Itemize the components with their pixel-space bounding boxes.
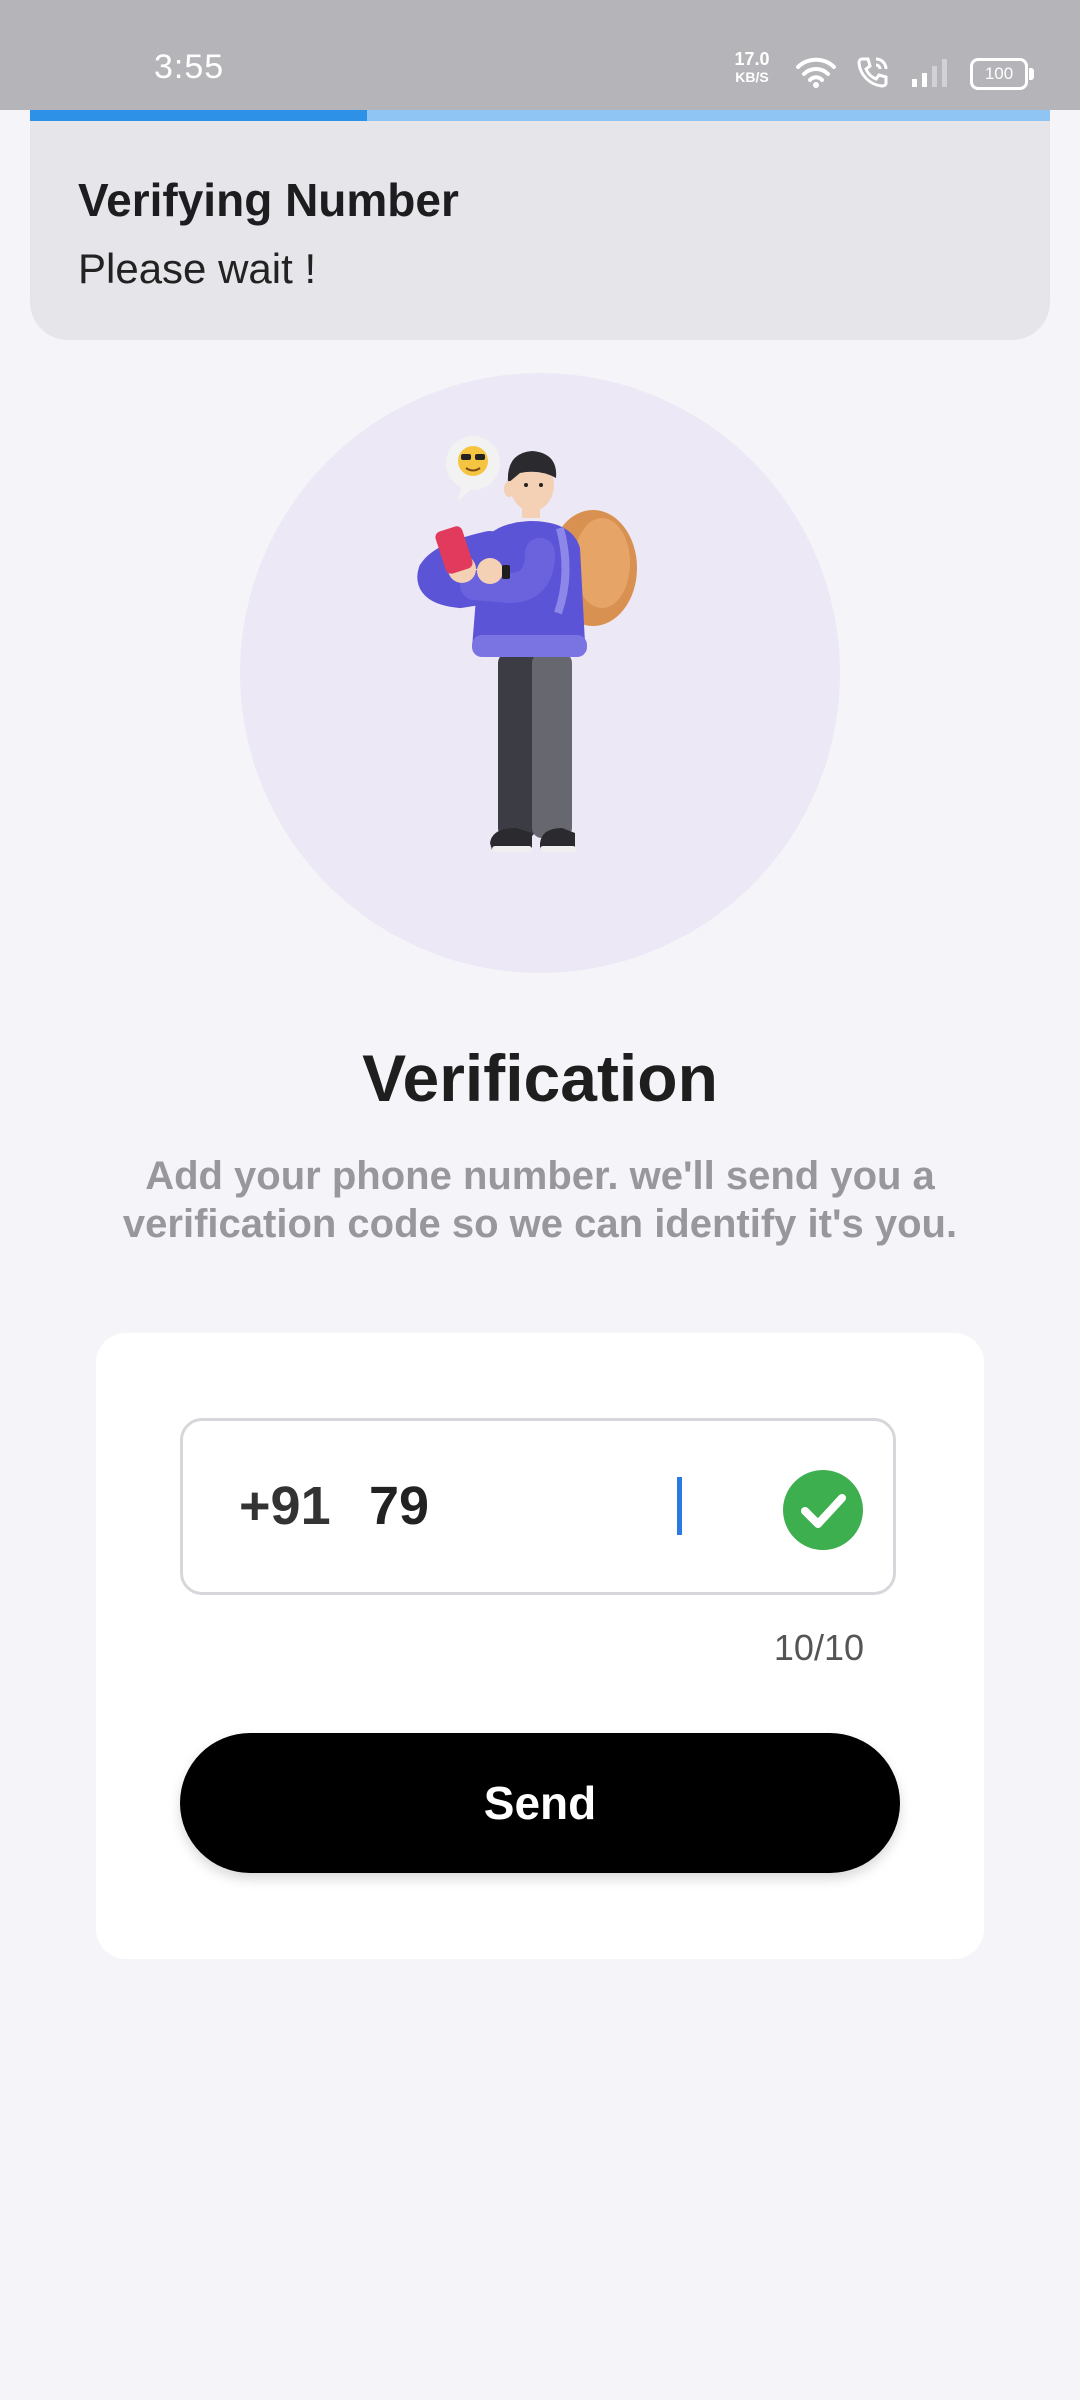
phone-number-field[interactable]: +91 79 [180,1418,896,1595]
verifying-toast: Verifying Number Please wait ! [30,121,1050,340]
status-time: 3:55 [154,48,225,86]
country-code[interactable]: +91 [239,1475,331,1537]
page-subtitle: Add your phone number. we'll send you a … [122,1154,958,1246]
hero-illustration [240,373,840,973]
network-speed-unit: KB/S [735,69,769,85]
wifi-icon [796,56,836,93]
network-speed: 17.0 KB/S [728,50,776,86]
verification-progress-bar [30,110,1050,121]
character-counter: 10/10 [773,1627,864,1668]
send-button[interactable]: Send [180,1733,900,1873]
toast-title: Verifying Number [78,174,459,226]
status-bar: 3:55 17.0 KB/S 100 [0,0,1080,110]
battery-icon: 100 [970,58,1034,90]
text-cursor [677,1477,682,1535]
phone-number-input[interactable]: 79 [369,1475,449,1537]
network-speed-value: 17.0 [734,49,770,69]
toast-message: Please wait ! [78,245,317,292]
check-circle-icon [783,1470,863,1550]
signal-icon [910,57,950,92]
progress-fill [30,110,367,121]
phone-form-card: +91 79 10/10 Send [96,1333,984,1959]
page-title: Verification [362,1041,718,1115]
wifi-calling-icon [856,55,890,94]
